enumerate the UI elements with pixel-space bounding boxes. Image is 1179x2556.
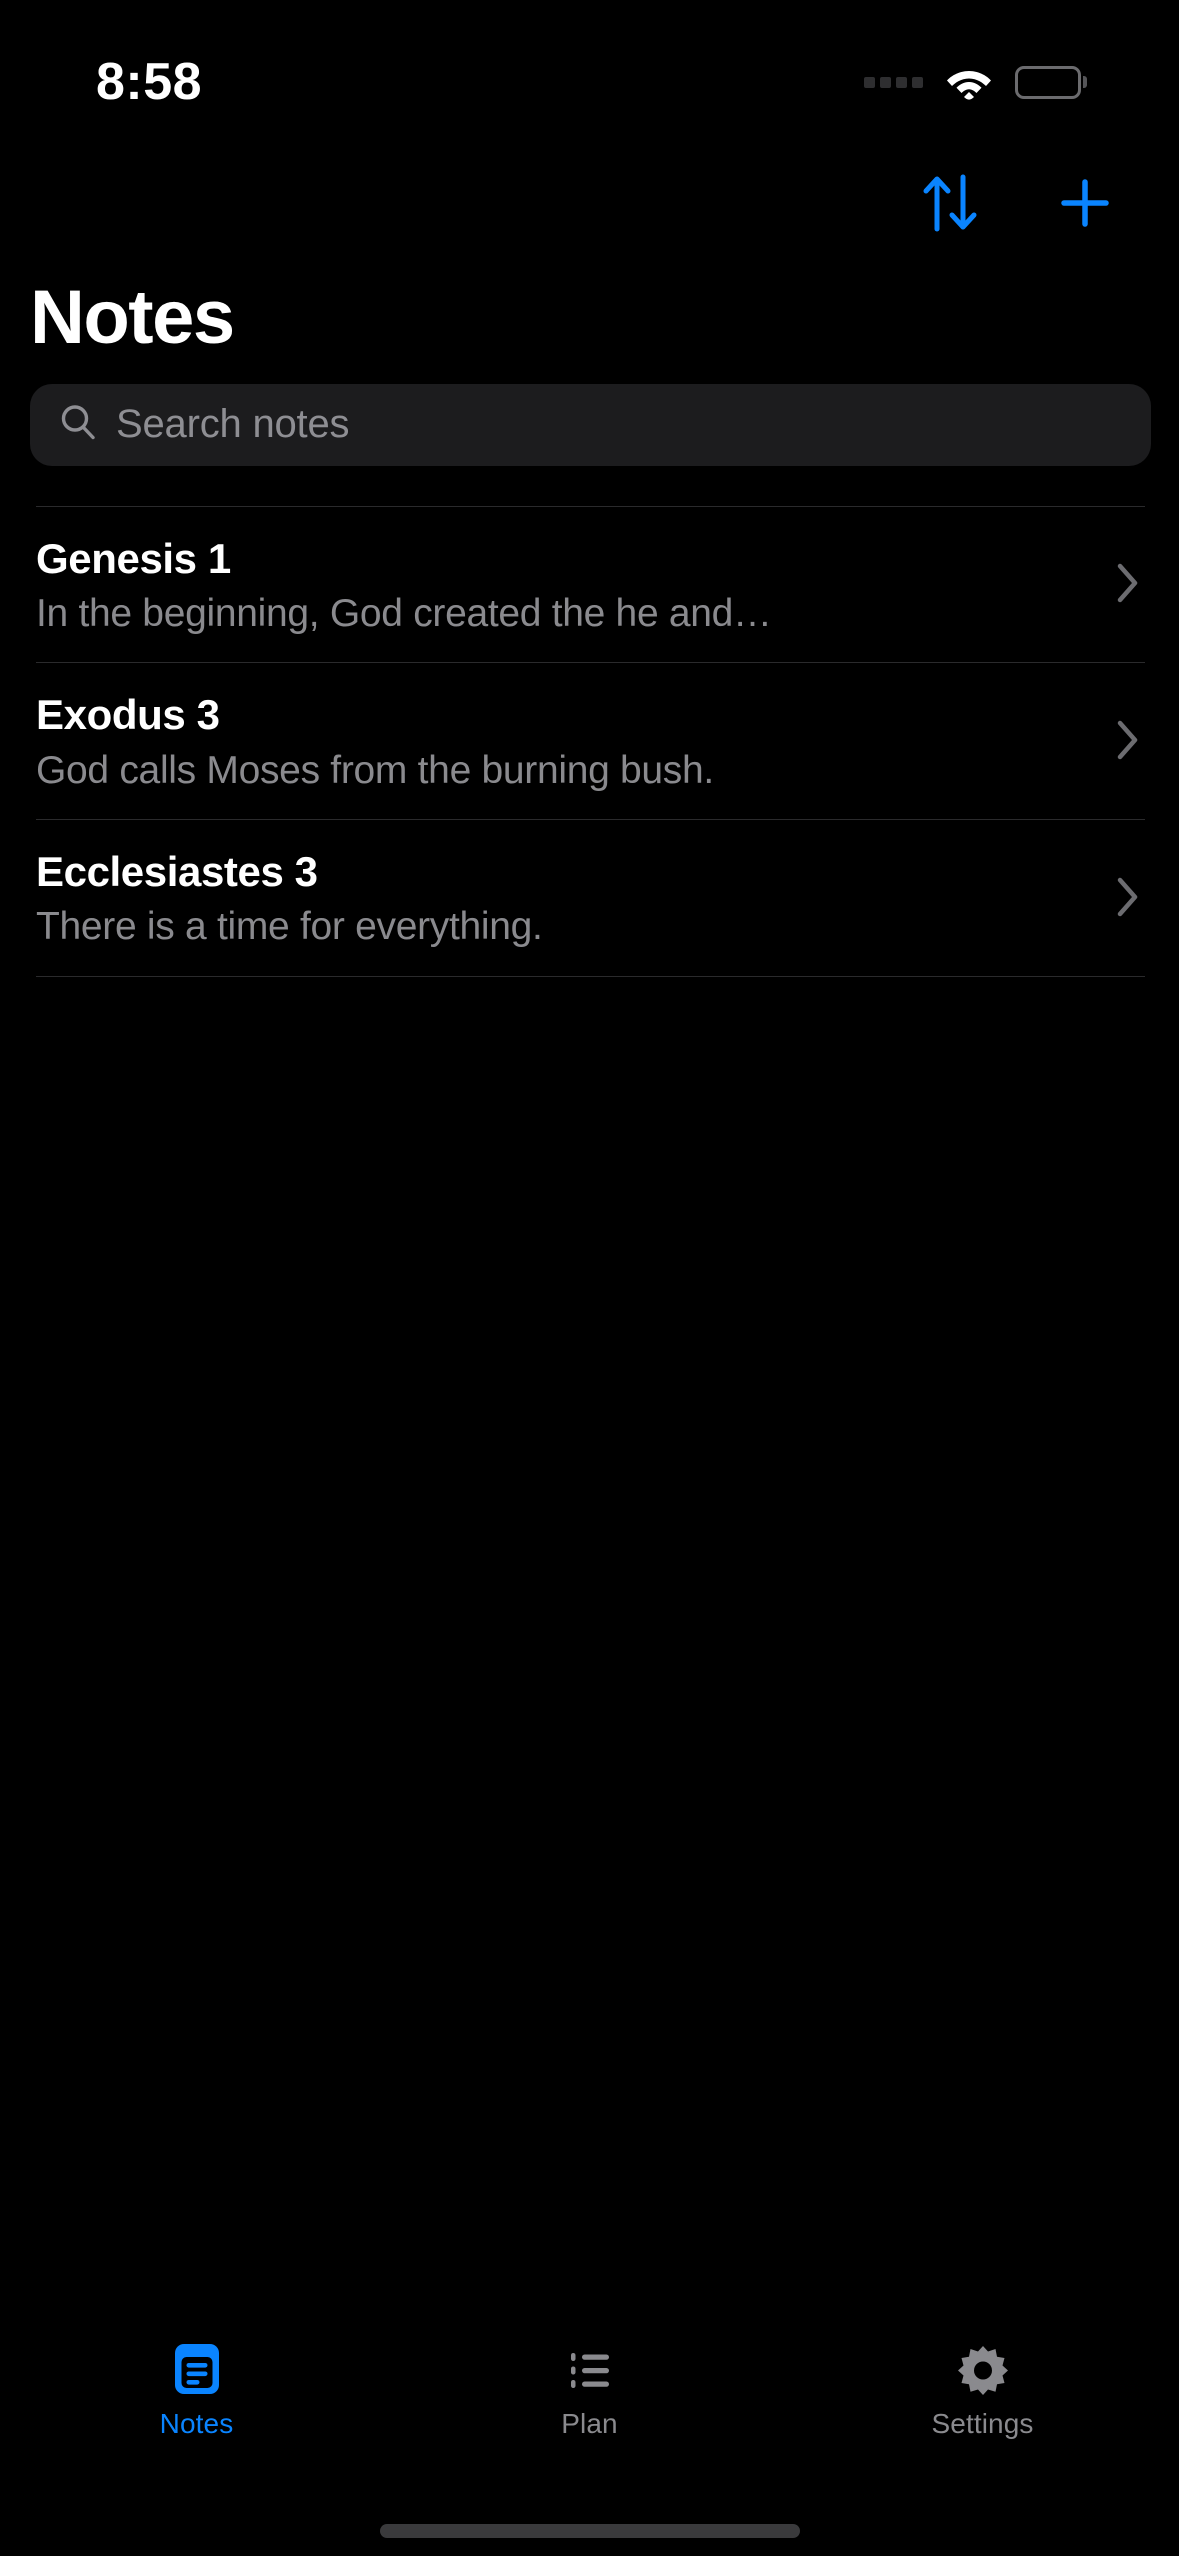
gear-icon — [955, 2340, 1011, 2398]
tab-bar: Notes Plan Settings — [0, 2316, 1179, 2506]
note-list: Genesis 1 In the beginning, God created … — [0, 505, 1179, 2316]
note-item-title: Exodus 3 — [36, 691, 220, 739]
tab-notes-label: Notes — [159, 2408, 234, 2439]
search-bar[interactable] — [30, 383, 1151, 466]
cellular-signal-icon — [864, 76, 923, 88]
note-item-title: Genesis 1 — [36, 534, 231, 582]
add-note-button[interactable] — [1051, 170, 1119, 238]
note-item-preview: There is a time for everything. — [36, 905, 543, 949]
tab-settings-label: Settings — [931, 2408, 1034, 2439]
status-bar: 8:58 — [0, 0, 1179, 150]
plus-icon — [1056, 174, 1114, 235]
note-item-preview: In the beginning, God created the he and… — [36, 591, 772, 635]
nav-toolbar — [0, 150, 1179, 258]
sort-button[interactable] — [917, 170, 985, 238]
tab-plan-label: Plan — [561, 2408, 618, 2439]
chevron-right-icon — [1095, 876, 1141, 923]
bulleted-list-icon — [562, 2340, 618, 2398]
search-container — [0, 360, 1179, 466]
home-indicator[interactable] — [379, 2524, 800, 2538]
note-list-item[interactable]: Ecclesiastes 3 There is a time for every… — [36, 819, 1145, 978]
tab-notes[interactable]: Notes — [77, 2340, 317, 2438]
status-bar-time: 8:58 — [96, 53, 203, 111]
note-item-text: Genesis 1 In the beginning, God created … — [36, 535, 772, 637]
app-screen: 8:58 Notes Search notes Genesis 1 In the… — [0, 0, 1179, 2556]
sort-arrows-icon — [921, 172, 981, 237]
status-bar-indicators — [864, 50, 1087, 100]
chevron-right-icon — [1095, 719, 1141, 766]
note-list-item[interactable]: Genesis 1 In the beginning, God created … — [36, 505, 1145, 663]
page-title-row: Notes — [0, 258, 1179, 360]
battery-icon — [1015, 65, 1087, 99]
note-item-title: Ecclesiastes 3 — [36, 848, 318, 896]
tab-settings[interactable]: Settings — [863, 2340, 1103, 2438]
wifi-icon — [945, 64, 993, 100]
tab-plan[interactable]: Plan — [470, 2340, 710, 2438]
note-item-text: Exodus 3 God calls Moses from the burnin… — [36, 691, 714, 793]
home-indicator-area — [0, 2506, 1179, 2556]
search-input[interactable] — [116, 402, 1123, 448]
note-item-text: Ecclesiastes 3 There is a time for every… — [36, 848, 543, 950]
page-title: Notes — [30, 275, 235, 360]
note-list-item[interactable]: Exodus 3 God calls Moses from the burnin… — [36, 662, 1145, 819]
note-item-preview: God calls Moses from the burning bush. — [36, 748, 714, 792]
search-icon — [58, 402, 98, 447]
chevron-right-icon — [1095, 562, 1141, 609]
note-document-icon — [169, 2340, 225, 2398]
